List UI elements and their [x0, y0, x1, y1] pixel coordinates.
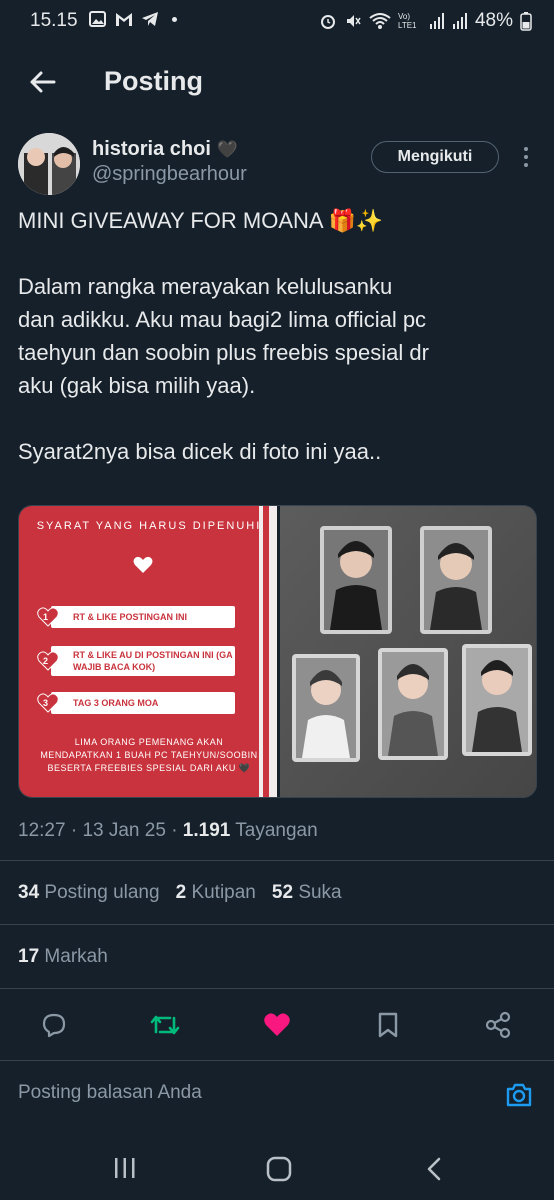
bookmarks-label: Markah [44, 946, 108, 967]
reply-icon [42, 1013, 66, 1038]
bookmark-icon [378, 1012, 398, 1038]
status-bar: 15.15 Vo) LTE1 48% [0, 0, 554, 44]
author-name-row[interactable]: historia choi 🖤 [92, 138, 238, 161]
divider [0, 860, 554, 861]
engagement-stats: 34 Posting ulang 2 Kutipan 52 Suka [18, 882, 342, 904]
camera-icon [506, 1083, 532, 1107]
more-dot-icon [524, 147, 528, 151]
reply-input[interactable]: Posting balasan Anda [18, 1082, 202, 1104]
quotes-stat[interactable]: 2 Kutipan [176, 882, 256, 904]
tweet-date: 13 Jan 25 [82, 820, 166, 841]
chevron-left-icon [427, 1157, 441, 1181]
system-back-button[interactable] [424, 1156, 444, 1187]
divider [0, 1060, 554, 1061]
bookmark-button[interactable] [368, 1005, 408, 1045]
requirement-2: 2 RT & LIKE AU DI POSTINGAN INI (GA WAJI… [37, 646, 235, 676]
requirements-footer: LIMA ORANG PEMENANG AKAN MENDAPATKAN 1 B… [40, 737, 258, 773]
reposts-label: Posting ulang [44, 882, 160, 903]
reply-button[interactable] [34, 1005, 74, 1045]
divider [0, 924, 554, 925]
requirement-3: 3 TAG 3 ORANG MOA [37, 692, 235, 714]
heart-filled-icon [264, 1013, 290, 1036]
photocards-photo-icon [280, 506, 536, 797]
system-navigation-bar [0, 1140, 554, 1200]
more-dot-icon [524, 163, 528, 167]
repost-button[interactable] [145, 1005, 185, 1045]
camera-button[interactable] [504, 1080, 534, 1110]
recent-apps-button[interactable] [112, 1156, 138, 1185]
home-button[interactable] [266, 1156, 292, 1187]
likes-stat[interactable]: 52 Suka [272, 882, 342, 904]
photocards-image[interactable] [280, 506, 536, 797]
requirements-title: SYARAT YANG HARUS DIPENUHI [36, 520, 262, 532]
share-icon [485, 1011, 511, 1039]
following-button[interactable]: Mengikuti [371, 141, 499, 173]
status-time: 15.15 [30, 10, 78, 31]
requirement-3-text: TAG 3 ORANG MOA [73, 698, 159, 708]
views-count: 1.191 [182, 820, 231, 841]
battery-icon [520, 12, 532, 31]
telegram-icon [142, 12, 158, 26]
status-system-icons: Vo) LTE1 48% [319, 10, 532, 32]
gallery-icon [89, 11, 106, 27]
likes-count: 52 [271, 882, 294, 903]
image-edge-stripe [263, 506, 269, 797]
views-label[interactable]: Tayangan [235, 820, 317, 841]
like-button[interactable] [257, 1005, 297, 1045]
requirement-3-number: 3 [43, 698, 49, 708]
more-dot-icon [524, 155, 528, 159]
signal-2-icon [452, 13, 467, 29]
page-title: Posting [104, 66, 203, 96]
back-button[interactable] [22, 62, 62, 102]
quotes-label: Kutipan [191, 882, 256, 903]
likes-label: Suka [298, 882, 342, 903]
requirement-1-number: 1 [43, 612, 49, 622]
share-button[interactable] [478, 1005, 518, 1045]
requirement-2-text: RT & LIKE AU DI POSTINGAN INI (GA WAJIB … [73, 650, 233, 672]
reposts-stat[interactable]: 34 Posting ulang [18, 882, 160, 904]
heart-icon [133, 556, 153, 573]
quotes-count: 2 [175, 882, 187, 903]
more-notifications-dot-icon [172, 16, 177, 22]
tweet-media[interactable]: SYARAT YANG HARUS DIPENUHI 1 RT & LIKE P… [18, 505, 537, 798]
divider [0, 988, 554, 989]
arrow-left-icon [30, 71, 56, 93]
bookmarks-stat[interactable]: 17 Markah [18, 946, 108, 968]
bookmarks-count: 17 [18, 946, 40, 967]
wifi-icon [369, 13, 391, 29]
tweet-time: 12:27 [18, 820, 66, 841]
repost-icon [150, 1015, 180, 1035]
gmail-icon [116, 13, 132, 26]
reposts-count: 34 [18, 882, 40, 903]
network-label: Vo) LTE1 [397, 12, 417, 30]
tweet-text: MINI GIVEAWAY FOR MOANA 🎁✨ Dalam rangka … [18, 208, 429, 464]
author-name[interactable]: historia choi [92, 138, 211, 161]
author-handle[interactable]: @springbearhour [92, 163, 247, 186]
more-options-button[interactable] [516, 140, 536, 174]
mute-icon [346, 15, 361, 27]
requirement-2-number: 2 [43, 656, 49, 666]
recent-apps-icon [115, 1158, 135, 1178]
battery-text: 48% [474, 10, 513, 31]
tweet-meta: 12:27 · 13 Jan 25 · 1.191 Tayangan [18, 820, 318, 841]
alarm-icon [320, 15, 335, 29]
giveaway-rules-image[interactable]: SYARAT YANG HARUS DIPENUHI 1 RT & LIKE P… [19, 506, 277, 797]
home-icon [266, 1156, 292, 1182]
requirement-1: 1 RT & LIKE POSTINGAN INI [37, 606, 235, 628]
status-notification-icons [88, 10, 177, 28]
requirement-1-text: RT & LIKE POSTINGAN INI [73, 612, 188, 622]
signal-icon [429, 13, 444, 29]
author-emoji: 🖤 [216, 139, 239, 159]
avatar[interactable] [18, 133, 80, 195]
avatar-image-icon [18, 133, 80, 195]
tweet-actions [0, 1005, 554, 1045]
